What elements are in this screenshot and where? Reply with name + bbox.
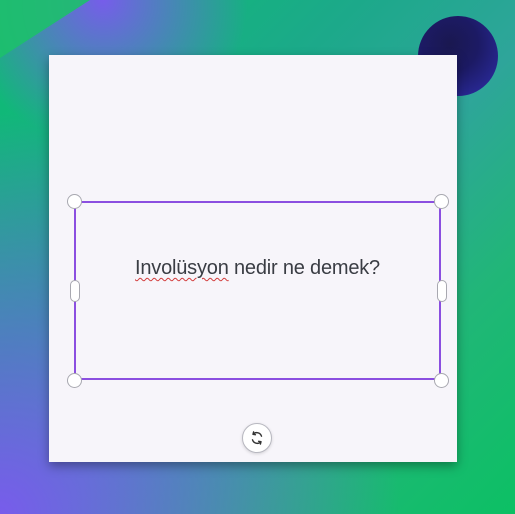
misspelled-word: Involüsyon: [135, 257, 229, 279]
title-rest: nedir ne demek?: [228, 257, 380, 279]
resize-handle-top-right[interactable]: [434, 194, 449, 209]
decorative-wedge: [0, 0, 90, 58]
resize-handle-top-left[interactable]: [67, 194, 82, 209]
resize-handle-bottom-left[interactable]: [67, 373, 82, 388]
slide-title-text[interactable]: Involüsyon nedir ne demek?: [74, 257, 441, 280]
resize-handle-left[interactable]: [70, 280, 80, 302]
rotate-button[interactable]: [242, 423, 272, 453]
text-box-selection[interactable]: [74, 201, 441, 380]
rotate-icon: [251, 431, 263, 445]
resize-handle-right[interactable]: [437, 280, 447, 302]
resize-handle-bottom-right[interactable]: [434, 373, 449, 388]
